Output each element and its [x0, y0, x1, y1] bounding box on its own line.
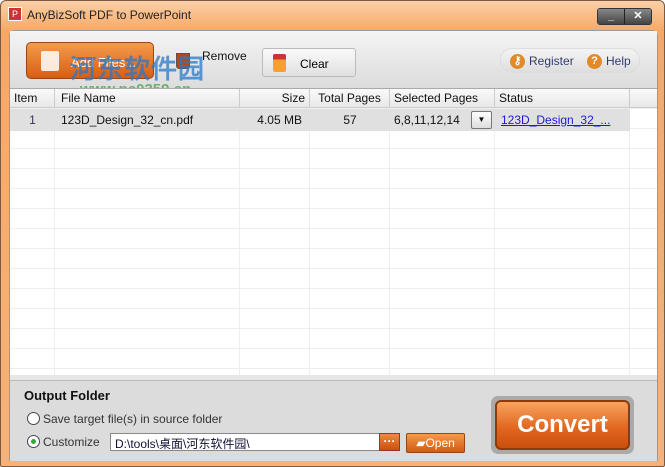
table-header: Item File Name Size Total Pages Selected… [10, 89, 657, 108]
window-controls: _ ✕ [597, 8, 652, 25]
register-help-group: ⚷ Register ? Help [500, 48, 640, 73]
col-line [309, 89, 310, 375]
header-status[interactable]: Status [495, 89, 630, 108]
cell-selected-pages[interactable]: 6,8,11,12,14 [390, 109, 464, 131]
help-link[interactable]: Help [606, 54, 631, 68]
cell-file-name: 123D_Design_32_cn.pdf [61, 113, 194, 127]
col-line [629, 89, 630, 375]
add-files-label: Add Files... [71, 55, 137, 70]
app-icon: P [8, 7, 22, 21]
radio-source-folder[interactable] [27, 412, 40, 425]
header-size[interactable]: Size [240, 89, 310, 108]
cell-total-pages: 57 [343, 113, 357, 127]
cell-size: 4.05 MB [257, 113, 302, 127]
output-panel: Output Folder Save target file(s) in sou… [10, 380, 657, 461]
col-line [389, 89, 390, 375]
col-line [494, 89, 495, 375]
convert-button[interactable]: Convert [495, 400, 630, 450]
browse-button[interactable]: ··· [379, 433, 400, 451]
minimize-button[interactable]: _ [598, 9, 624, 24]
register-link[interactable]: Register [529, 54, 574, 68]
help-icon: ? [587, 54, 602, 69]
clear-label: Clear [300, 57, 329, 71]
radio-source-label[interactable]: Save target file(s) in source folder [43, 412, 222, 426]
col-line [239, 89, 240, 375]
brush-icon [273, 54, 286, 72]
key-icon: ⚷ [510, 54, 525, 69]
open-folder-button[interactable]: ▰Open [406, 433, 465, 453]
col-line [54, 89, 55, 375]
header-total-pages[interactable]: Total Pages [310, 89, 390, 108]
cell-item: 1 [29, 113, 36, 127]
table-grid [10, 89, 657, 375]
header-selected-pages[interactable]: Selected Pages [390, 89, 495, 108]
radio-customize[interactable] [27, 435, 40, 448]
add-files-button[interactable]: Add Files... [26, 42, 154, 79]
main-panel: Add Files... Remove Clear ⚷ Register ? H… [9, 30, 658, 461]
clear-button[interactable]: Clear [262, 48, 356, 77]
table-row[interactable]: 1 123D_Design_32_cn.pdf 4.05 MB 57 6,8,1… [10, 109, 630, 131]
header-file-name[interactable]: File Name [55, 89, 240, 108]
radio-customize-label[interactable]: Customize [43, 435, 100, 449]
close-button[interactable]: ✕ [624, 9, 651, 24]
add-file-icon [41, 51, 59, 71]
convert-button-frame: Convert [491, 396, 634, 454]
toolbar: Add Files... Remove Clear ⚷ Register ? H… [10, 31, 657, 98]
open-label: Open [425, 436, 455, 450]
window-title: AnyBizSoft PDF to PowerPoint [27, 8, 192, 22]
file-table: Item File Name Size Total Pages Selected… [10, 88, 657, 375]
status-link[interactable]: 123D_Design_32_... [497, 109, 614, 131]
remove-button[interactable]: Remove [202, 49, 247, 63]
output-folder-title: Output Folder [24, 388, 110, 403]
trash-icon [176, 53, 190, 69]
header-item[interactable]: Item [10, 89, 55, 108]
chevron-down-icon[interactable]: ▼ [471, 111, 492, 129]
output-path-input[interactable]: D:\tools\桌面\河东软件园\ [110, 433, 380, 451]
app-window: P AnyBizSoft PDF to PowerPoint _ ✕ Add F… [0, 0, 665, 467]
